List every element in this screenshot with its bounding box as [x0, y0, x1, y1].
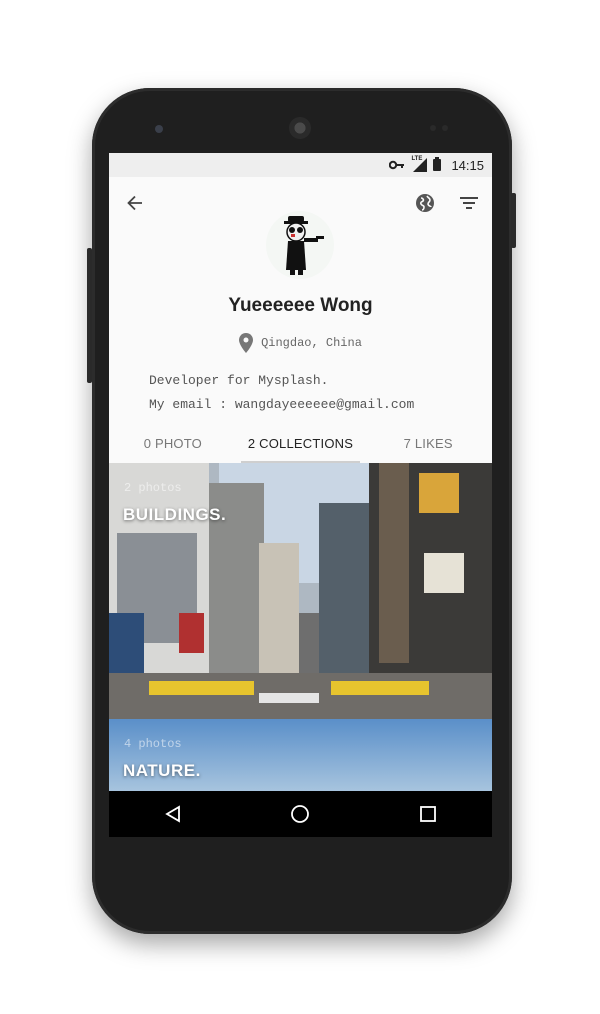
profile-bio: Developer for Mysplash. My email : wangd…	[149, 369, 479, 417]
nav-recents-icon	[420, 806, 437, 822]
vpn-key-icon	[389, 158, 405, 173]
collection-card-buildings[interactable]: 2 photos BUILDINGS.	[109, 463, 492, 719]
lte-signal-icon: LTE	[411, 156, 428, 172]
filter-button[interactable]	[453, 187, 485, 219]
bio-line: Developer for Mysplash.	[149, 373, 329, 388]
nav-back-button[interactable]	[153, 794, 193, 834]
collection-card-nature[interactable]: 4 photos NATURE.	[109, 719, 492, 791]
volume-button	[87, 248, 92, 383]
avatar-figure-icon	[284, 216, 324, 275]
bio-line: My email : wangdayeeeeee@gmail.com	[149, 397, 415, 412]
location-text: Qingdao, China	[261, 336, 362, 350]
power-button	[511, 193, 516, 248]
tab-likes[interactable]: 7 LIKES	[364, 423, 492, 463]
profile-location: Qingdao, China	[109, 333, 492, 353]
battery-icon	[433, 156, 442, 174]
back-button[interactable]	[119, 187, 151, 219]
tab-photos[interactable]: 0 PHOTO	[109, 423, 237, 463]
collection-photo-count: 4 photos	[124, 737, 182, 751]
front-camera	[155, 125, 163, 133]
arrow-left-icon	[127, 195, 142, 211]
avatar[interactable]	[266, 211, 334, 279]
nav-back-icon	[165, 805, 180, 823]
system-nav-bar	[109, 791, 492, 837]
collection-cover-image	[109, 463, 492, 719]
filter-icon	[460, 197, 478, 209]
tab-collections[interactable]: 2 COLLECTIONS	[237, 423, 365, 463]
collection-title: BUILDINGS.	[123, 505, 227, 524]
status-time: 14:15	[451, 157, 484, 173]
sensor	[442, 125, 448, 131]
collection-photo-count: 2 photos	[124, 481, 182, 495]
profile-name: Yueeeeee Wong	[228, 295, 373, 316]
status-bar: LTE 14:15	[109, 153, 492, 177]
earpiece-speaker	[289, 117, 311, 139]
sensor	[430, 125, 436, 131]
collection-title: NATURE.	[123, 761, 201, 780]
web-button[interactable]	[409, 187, 441, 219]
globe-icon	[416, 194, 434, 212]
app-screen: LTE 14:15 Yueeeeee Wong Qingdao, China D…	[109, 153, 492, 837]
profile-tabs: 0 PHOTO 2 COLLECTIONS 7 LIKES	[109, 423, 492, 463]
nav-recents-button[interactable]	[408, 794, 448, 834]
nav-home-button[interactable]	[280, 794, 320, 834]
location-pin-icon	[239, 333, 254, 353]
nav-home-icon	[291, 805, 310, 823]
